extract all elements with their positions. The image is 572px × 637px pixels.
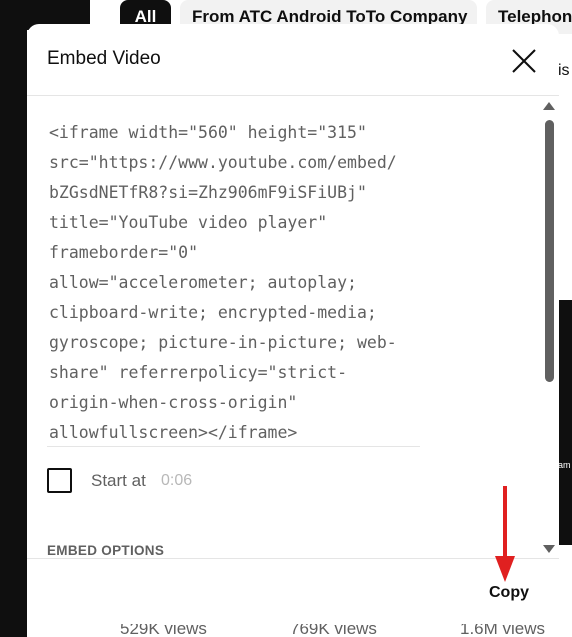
background-thumbnail [557, 300, 572, 545]
dialog-divider [27, 95, 559, 96]
dialog-footer-divider [27, 558, 559, 559]
scroll-up-arrow-icon[interactable] [543, 102, 555, 110]
embed-options-heading: EMBED OPTIONS [47, 543, 165, 558]
embed-code-underline [47, 446, 420, 447]
start-at-checkbox[interactable] [47, 468, 72, 493]
scroll-down-arrow-icon[interactable] [543, 545, 555, 553]
background-video-strip [0, 0, 27, 637]
embed-video-dialog: Embed Video <iframe width="560" height="… [27, 24, 559, 624]
start-at-time-input[interactable]: 0:06 [161, 472, 192, 490]
embed-code-textarea[interactable]: <iframe width="560" height="315" src="ht… [49, 118, 429, 448]
close-button[interactable] [505, 42, 543, 80]
start-at-label: Start at [91, 471, 146, 490]
background-text-fragment: is [558, 62, 570, 79]
background-text-fragment-small: am [558, 460, 571, 470]
close-icon [512, 49, 536, 73]
scrollbar-thumb[interactable] [545, 120, 554, 382]
red-arrow-annotation-icon [495, 486, 515, 582]
dialog-title: Embed Video [47, 48, 161, 69]
